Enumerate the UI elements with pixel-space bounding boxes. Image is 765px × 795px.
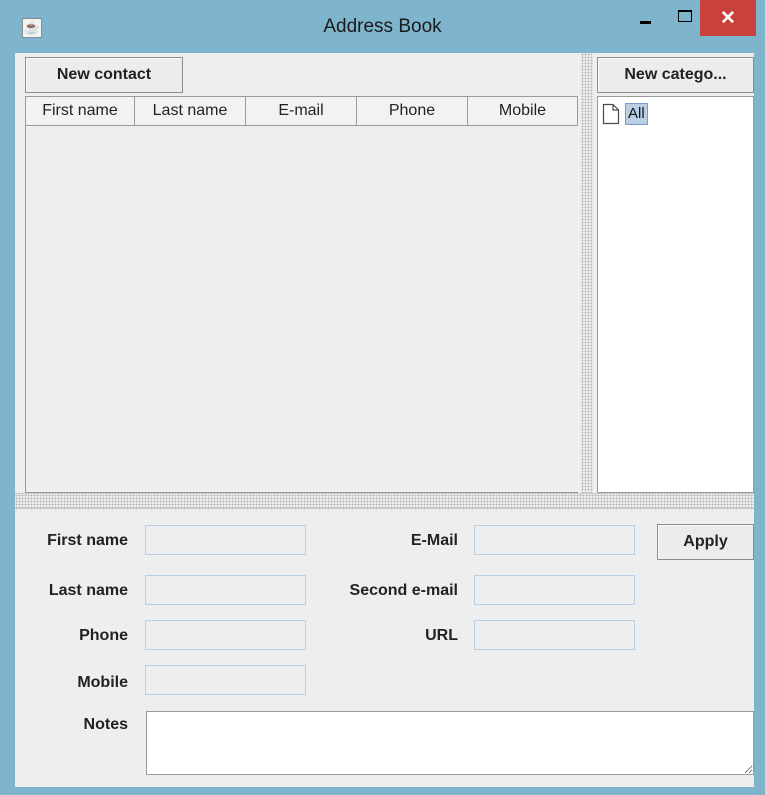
close-button[interactable]: ✕ [700, 0, 756, 36]
minimize-icon [639, 20, 651, 24]
column-header-first-name[interactable]: First name [26, 97, 135, 125]
phone-label: Phone [79, 627, 128, 644]
tree-node-label: All [625, 103, 648, 125]
title-bar[interactable]: ☕ Address Book ✕ [0, 0, 765, 53]
first-name-field[interactable] [145, 525, 306, 555]
url-field[interactable] [474, 620, 635, 650]
second-email-label: Second e-mail [349, 582, 458, 599]
notes-label: Notes [83, 716, 128, 733]
tree-node-all[interactable]: All [602, 103, 648, 125]
categories-tree[interactable]: All [597, 96, 754, 493]
last-name-label: Last name [48, 582, 128, 599]
client-area: New contact First name Last name E-mail … [15, 53, 754, 787]
email-label: E-Mail [410, 532, 458, 549]
phone-field[interactable] [145, 620, 306, 650]
column-header-last-name[interactable]: Last name [135, 97, 246, 125]
column-header-email[interactable]: E-mail [246, 97, 357, 125]
apply-button[interactable]: Apply [657, 524, 754, 560]
new-category-button[interactable]: New catego... [597, 57, 754, 93]
column-header-mobile[interactable]: Mobile [468, 97, 577, 125]
url-label: URL [425, 627, 458, 644]
contacts-table-body[interactable] [25, 126, 578, 493]
minimize-button[interactable] [626, 0, 664, 38]
first-name-label: First name [47, 532, 128, 549]
notes-field[interactable] [146, 711, 754, 775]
mobile-field[interactable] [145, 665, 306, 695]
maximize-button[interactable] [666, 0, 704, 38]
column-header-phone[interactable]: Phone [357, 97, 468, 125]
horizontal-split-divider[interactable] [15, 493, 754, 509]
vertical-split-divider[interactable] [581, 53, 593, 493]
second-email-field[interactable] [474, 575, 635, 605]
address-book-window: ☕ Address Book ✕ New contact First name … [0, 0, 765, 795]
maximize-icon [678, 10, 692, 22]
new-contact-button[interactable]: New contact [25, 57, 183, 93]
document-icon [602, 103, 620, 125]
email-field[interactable] [474, 525, 635, 555]
last-name-field[interactable] [145, 575, 306, 605]
mobile-label: Mobile [77, 674, 128, 691]
contacts-table-header: First name Last name E-mail Phone Mobile [25, 96, 578, 126]
contacts-pane: New contact First name Last name E-mail … [15, 53, 581, 493]
close-icon: ✕ [720, 7, 736, 29]
